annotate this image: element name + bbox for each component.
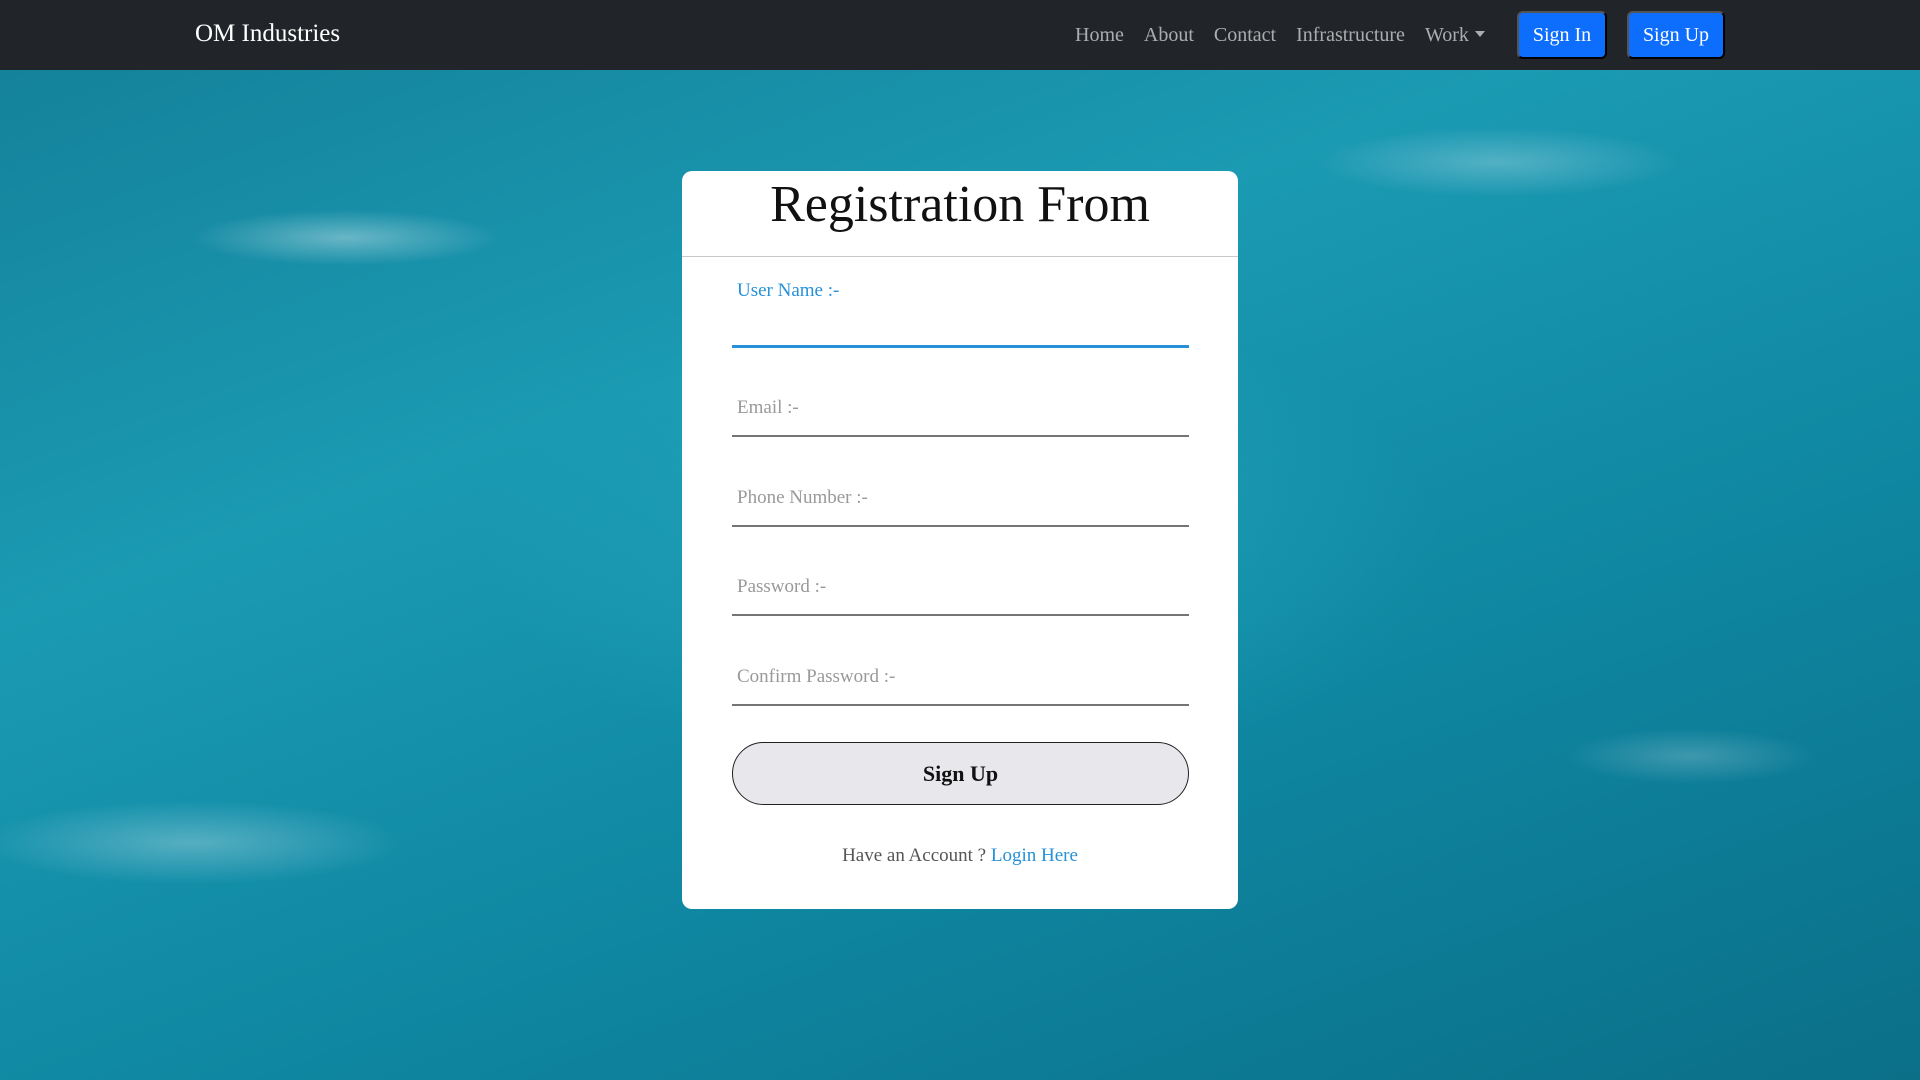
login-here-link[interactable]: Login Here: [991, 845, 1078, 866]
password-input[interactable]: [732, 556, 1189, 616]
nav-link-about[interactable]: About: [1144, 24, 1194, 47]
top-navbar: OM Industries Home About Contact Infrast…: [0, 0, 1920, 70]
nav-dropdown-work[interactable]: Work: [1425, 24, 1485, 47]
caret-down-icon: [1474, 31, 1485, 37]
nav-links: Home About Contact Infrastructure Work: [1075, 24, 1505, 47]
form-title: Registration From: [770, 176, 1150, 233]
confirm-password-field: Confirm Password :-: [732, 646, 1189, 706]
registration-card: Registration From User Name :- Email :- …: [682, 171, 1238, 909]
confirm-password-input[interactable]: [732, 646, 1189, 706]
sign-up-nav-button[interactable]: Sign Up: [1627, 11, 1725, 59]
sign-up-submit-button[interactable]: Sign Up: [732, 742, 1189, 805]
phone-input[interactable]: [732, 467, 1189, 527]
password-field: Password :-: [732, 556, 1189, 616]
email-input[interactable]: [732, 377, 1189, 437]
title-divider: [682, 256, 1238, 257]
username-field: User Name :-: [732, 278, 1189, 348]
brand-logo-text[interactable]: OM Industries: [195, 20, 340, 48]
nav-link-contact[interactable]: Contact: [1214, 24, 1276, 47]
phone-field: Phone Number :-: [732, 467, 1189, 527]
nav-link-infrastructure[interactable]: Infrastructure: [1296, 24, 1405, 47]
username-input[interactable]: [732, 278, 1189, 348]
sign-in-button[interactable]: Sign In: [1517, 11, 1607, 59]
email-field: Email :-: [732, 377, 1189, 437]
nav-link-home[interactable]: Home: [1075, 24, 1124, 47]
username-underline: [732, 345, 1189, 348]
confirm-password-underline: [732, 704, 1189, 706]
login-prompt: Have an Account ? Login Here: [682, 845, 1238, 867]
password-underline: [732, 614, 1189, 616]
nav-dropdown-work-label: Work: [1424, 24, 1469, 46]
email-underline: [732, 435, 1189, 437]
phone-underline: [732, 525, 1189, 527]
login-prompt-text: Have an Account ?: [842, 845, 987, 866]
